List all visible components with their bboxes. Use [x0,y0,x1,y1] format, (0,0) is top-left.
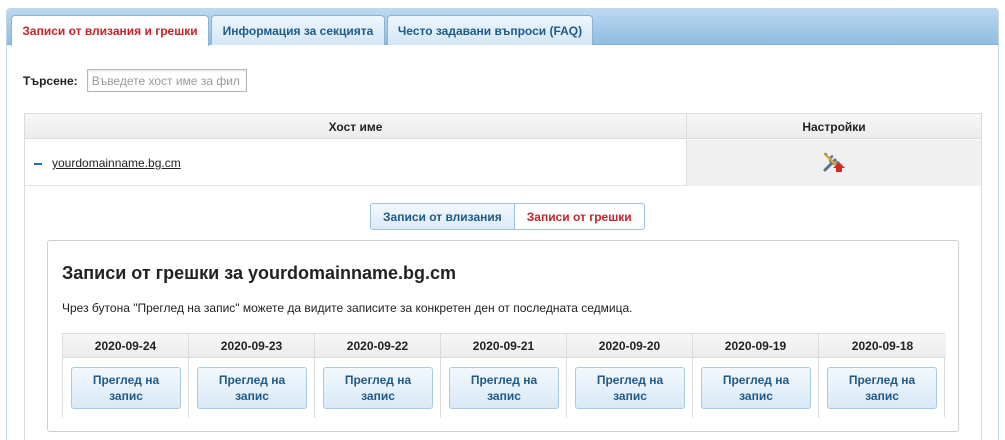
settings-cell [687,140,981,186]
host-link[interactable]: yourdomainname.bg.cm [52,156,181,170]
main-container: Записи от влизания и грешки Информация з… [6,8,999,440]
dates-table: 2020-09-24 Преглед на запис 2020-09-23 П… [62,333,946,418]
date-column: 2020-09-22 Преглед на запис [315,334,441,418]
view-log-button[interactable]: Преглед на запис [701,367,811,409]
view-log-button[interactable]: Преглед на запис [71,367,181,409]
date-column: 2020-09-18 Преглед на запис [819,334,946,418]
date-column: 2020-09-21 Преглед на запис [441,334,567,418]
date-header: 2020-09-20 [567,334,692,358]
host-cell: yourdomainname.bg.cm [25,140,687,186]
panel-title: Записи от грешки за yourdomainname.bg.cm [62,263,457,283]
date-header: 2020-09-22 [315,334,440,358]
table-row: yourdomainname.bg.cm [25,140,981,186]
panel-description: Чрез бутона "Преглед на запис" можете да… [62,301,633,315]
tab-access-error-logs[interactable]: Записи от влизания и грешки [11,15,209,46]
date-column: 2020-09-20 Преглед на запис [567,334,693,418]
date-header: 2020-09-18 [819,334,946,358]
column-header-settings: Настройки [802,119,866,134]
date-header: 2020-09-24 [63,334,188,358]
log-type-switch: Записи от влизания Записи от грешки [370,203,645,230]
table-header: Хост име Настройки [25,114,981,139]
collapse-icon[interactable] [34,163,42,165]
error-logs-panel: Записи от грешки за yourdomainname.bg.cm… [47,240,959,432]
date-header: 2020-09-23 [189,334,314,358]
date-column: 2020-09-24 Преглед на запис [63,334,189,418]
date-header: 2020-09-19 [693,334,818,358]
date-header: 2020-09-21 [441,334,566,358]
tab-faq[interactable]: Често задавани въпроси (FAQ) [387,15,593,45]
search-row: Търсене: [23,69,247,92]
error-logs-button[interactable]: Записи от грешки [514,203,645,230]
access-logs-button[interactable]: Записи от влизания [370,203,515,230]
view-log-button[interactable]: Преглед на запис [827,367,937,409]
hosts-table: Хост име Настройки yourdomainname.bg.cm [24,113,982,440]
view-log-button[interactable]: Преглед на запис [575,367,685,409]
tools-upload-icon[interactable] [821,150,847,176]
search-input[interactable] [86,69,247,92]
date-column: 2020-09-19 Преглед на запис [693,334,819,418]
view-log-button[interactable]: Преглед на запис [449,367,559,409]
view-log-button[interactable]: Преглед на запис [197,367,307,409]
search-label: Търсене: [23,73,78,88]
column-header-host[interactable]: Хост име [25,114,687,139]
view-log-button[interactable]: Преглед на запис [323,367,433,409]
date-column: 2020-09-23 Преглед на запис [189,334,315,418]
tab-section-info[interactable]: Информация за секцията [211,15,385,45]
tab-bar: Записи от влизания и грешки Информация з… [7,9,998,46]
